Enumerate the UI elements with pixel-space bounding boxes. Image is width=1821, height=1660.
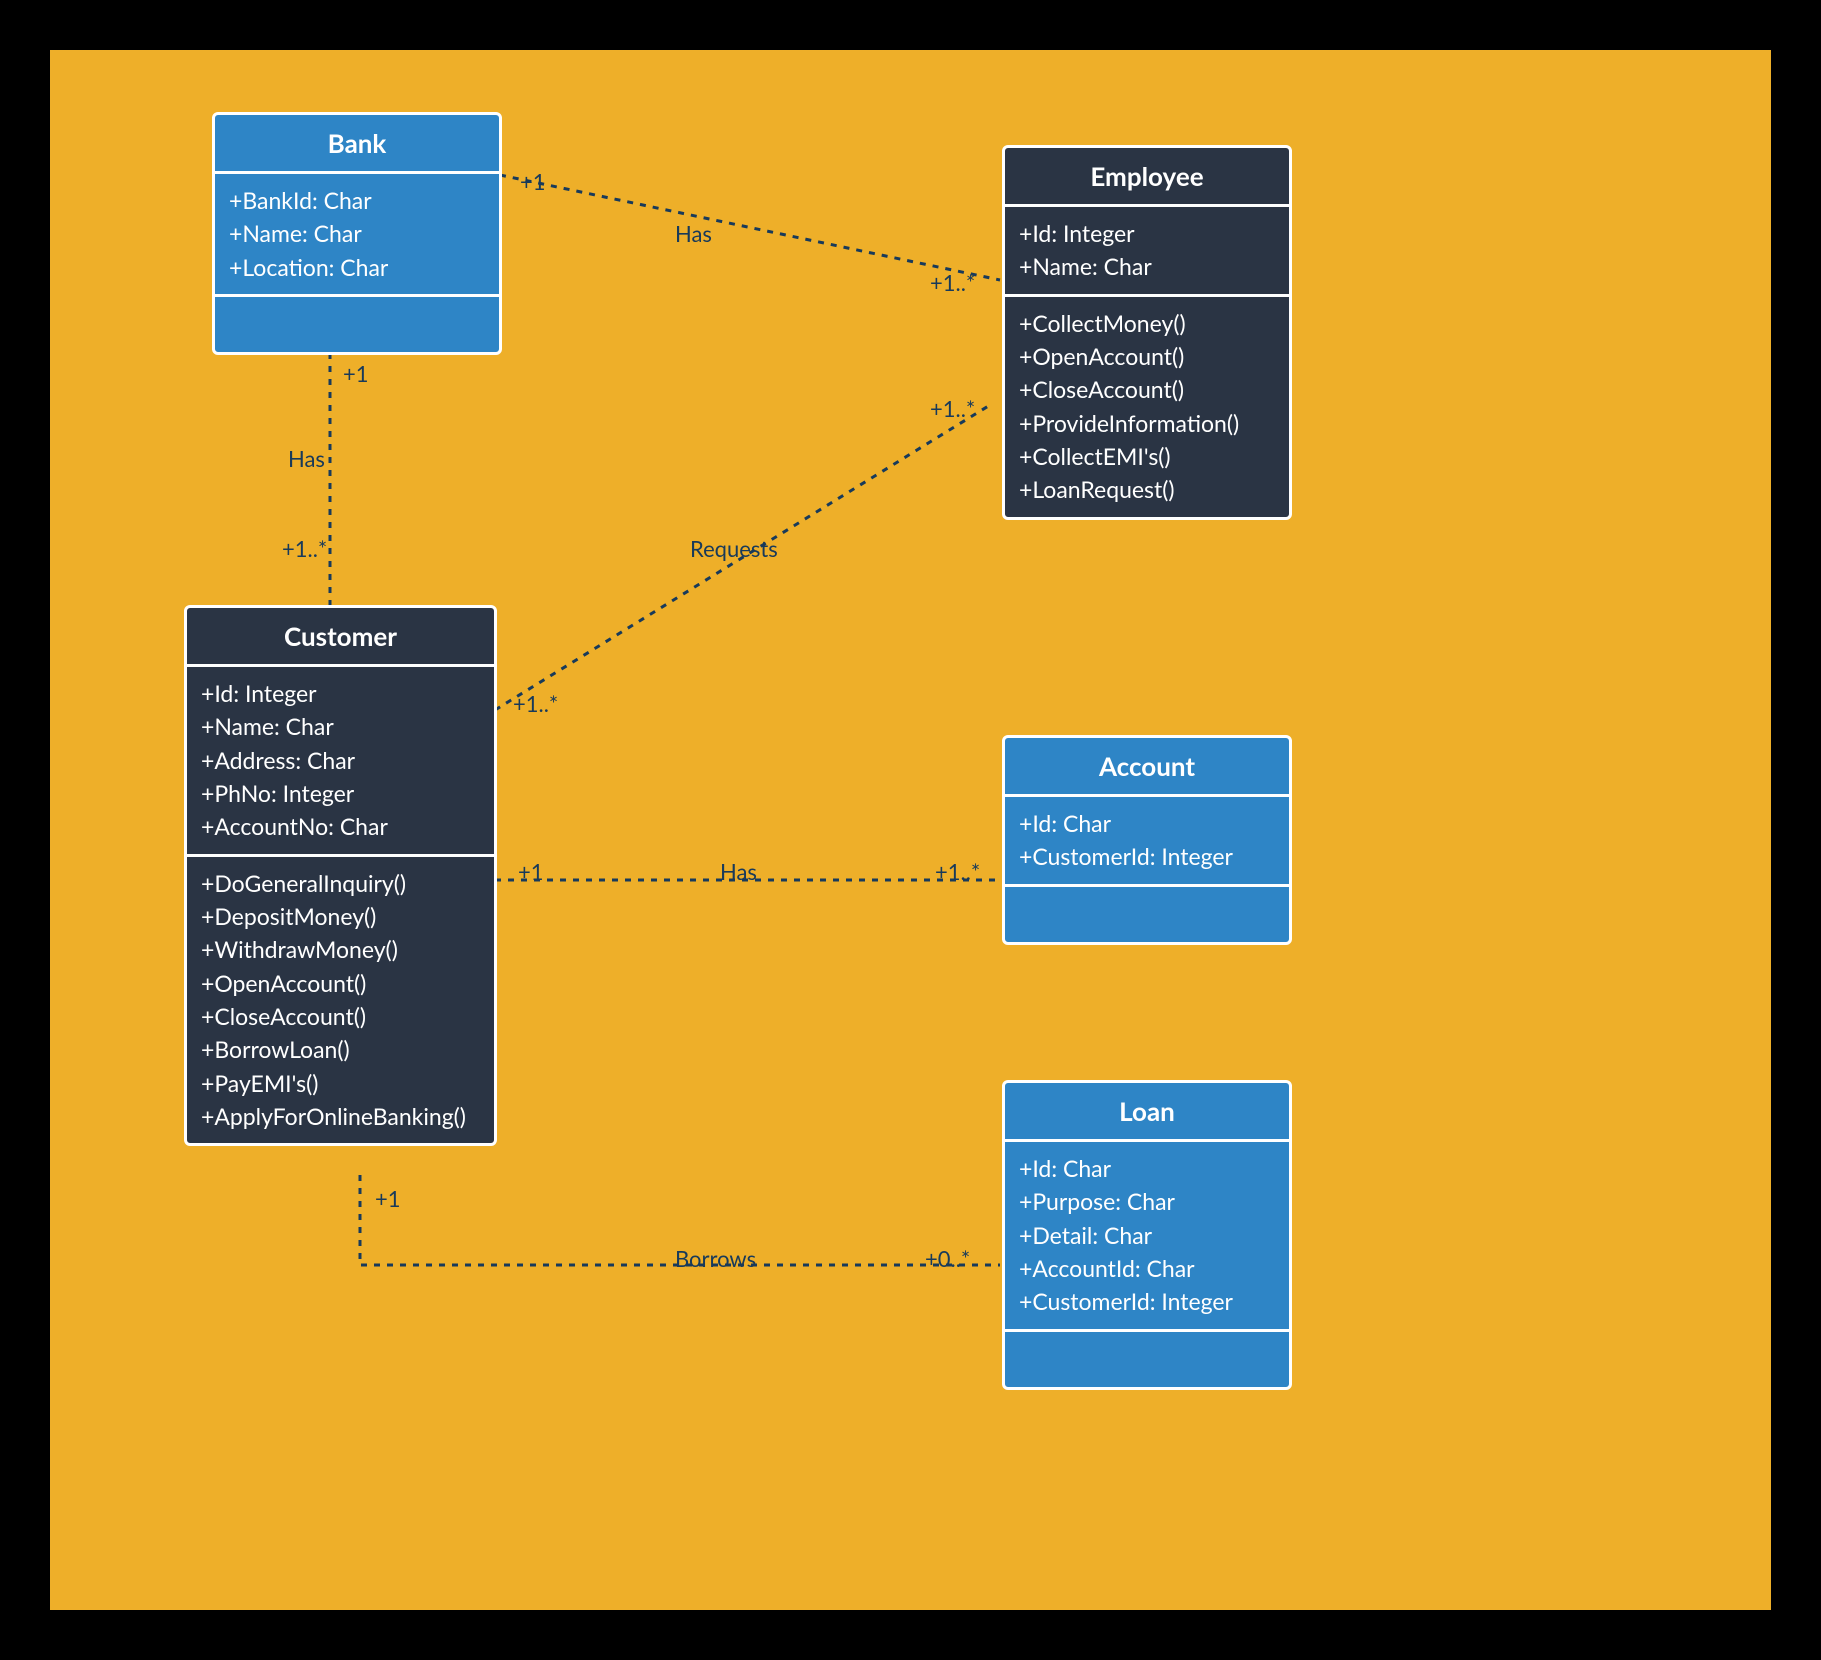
label-customer-loan: Borrows	[675, 1245, 756, 1272]
attr: +CustomerId: Integer	[1019, 840, 1275, 873]
attr: +Id: Integer	[1019, 217, 1275, 250]
attr: +Name: Char	[229, 217, 485, 250]
label-customer-account: Has	[720, 858, 757, 885]
class-bank-attrs: +BankId: Char +Name: Char +Location: Cha…	[215, 174, 499, 297]
attr: +Name: Char	[201, 710, 480, 743]
op: +OpenAccount()	[201, 967, 480, 1000]
label-bank-customer: Has	[288, 445, 325, 472]
class-employee[interactable]: Employee +Id: Integer +Name: Char +Colle…	[1002, 145, 1292, 520]
class-employee-title: Employee	[1005, 148, 1289, 207]
class-bank[interactable]: Bank +BankId: Char +Name: Char +Location…	[212, 112, 502, 355]
mult-customer-employee-1: +1..*	[513, 690, 558, 717]
class-account-attrs: +Id: Char +CustomerId: Integer	[1005, 797, 1289, 887]
class-employee-ops: +CollectMoney() +OpenAccount() +CloseAcc…	[1005, 297, 1289, 517]
class-employee-attrs: +Id: Integer +Name: Char	[1005, 207, 1289, 297]
mult-bank-employee-1: +1	[520, 168, 546, 195]
label-customer-employee: Requests	[690, 535, 778, 562]
attr: +Id: Char	[1019, 1152, 1275, 1185]
class-account-ops	[1005, 887, 1289, 942]
op: +CloseAccount()	[201, 1000, 480, 1033]
op: +ProvideInformation()	[1019, 407, 1275, 440]
attr: +Address: Char	[201, 744, 480, 777]
class-loan-ops	[1005, 1332, 1289, 1387]
op: +BorrowLoan()	[201, 1033, 480, 1066]
op: +WithdrawMoney()	[201, 933, 480, 966]
op: +PayEMI's()	[201, 1067, 480, 1100]
class-customer-title: Customer	[187, 608, 494, 667]
class-bank-ops	[215, 297, 499, 352]
class-account-title: Account	[1005, 738, 1289, 797]
mult-bank-customer-2: +1..*	[282, 535, 327, 562]
attr: +Id: Integer	[201, 677, 480, 710]
attr: +PhNo: Integer	[201, 777, 480, 810]
mult-customer-account-1: +1	[518, 858, 544, 885]
mult-bank-customer-1: +1	[343, 360, 369, 387]
label-bank-employee: Has	[675, 220, 712, 247]
class-loan-attrs: +Id: Char +Purpose: Char +Detail: Char +…	[1005, 1142, 1289, 1332]
class-customer-attrs: +Id: Integer +Name: Char +Address: Char …	[187, 667, 494, 857]
attr: +Purpose: Char	[1019, 1185, 1275, 1218]
op: +DoGeneralInquiry()	[201, 867, 480, 900]
mult-customer-employee-2: +1..*	[930, 395, 975, 422]
mult-customer-account-2: +1..*	[935, 858, 980, 885]
op: +CollectEMI's()	[1019, 440, 1275, 473]
diagram-canvas: +1 Has +1..* +1 Has +1..* +1..* Requests…	[50, 50, 1771, 1610]
op: +ApplyForOnlineBanking()	[201, 1100, 480, 1133]
op: +CloseAccount()	[1019, 373, 1275, 406]
class-account[interactable]: Account +Id: Char +CustomerId: Integer	[1002, 735, 1292, 945]
attr: +AccountId: Char	[1019, 1252, 1275, 1285]
op: +LoanRequest()	[1019, 473, 1275, 506]
rel-bank-employee	[500, 175, 1000, 280]
class-loan-title: Loan	[1005, 1083, 1289, 1142]
op: +OpenAccount()	[1019, 340, 1275, 373]
attr: +Id: Char	[1019, 807, 1275, 840]
class-loan[interactable]: Loan +Id: Char +Purpose: Char +Detail: C…	[1002, 1080, 1292, 1390]
attr: +Location: Char	[229, 251, 485, 284]
op: +CollectMoney()	[1019, 307, 1275, 340]
op: +DepositMoney()	[201, 900, 480, 933]
mult-customer-loan-1: +1	[375, 1185, 401, 1212]
attr: +AccountNo: Char	[201, 810, 480, 843]
attr: +CustomerId: Integer	[1019, 1285, 1275, 1318]
class-customer-ops: +DoGeneralInquiry() +DepositMoney() +Wit…	[187, 857, 494, 1144]
class-bank-title: Bank	[215, 115, 499, 174]
attr: +Name: Char	[1019, 250, 1275, 283]
mult-customer-loan-2: +0..*	[925, 1245, 970, 1272]
mult-bank-employee-2: +1..*	[930, 269, 975, 296]
class-customer[interactable]: Customer +Id: Integer +Name: Char +Addre…	[184, 605, 497, 1146]
attr: +BankId: Char	[229, 184, 485, 217]
attr: +Detail: Char	[1019, 1219, 1275, 1252]
